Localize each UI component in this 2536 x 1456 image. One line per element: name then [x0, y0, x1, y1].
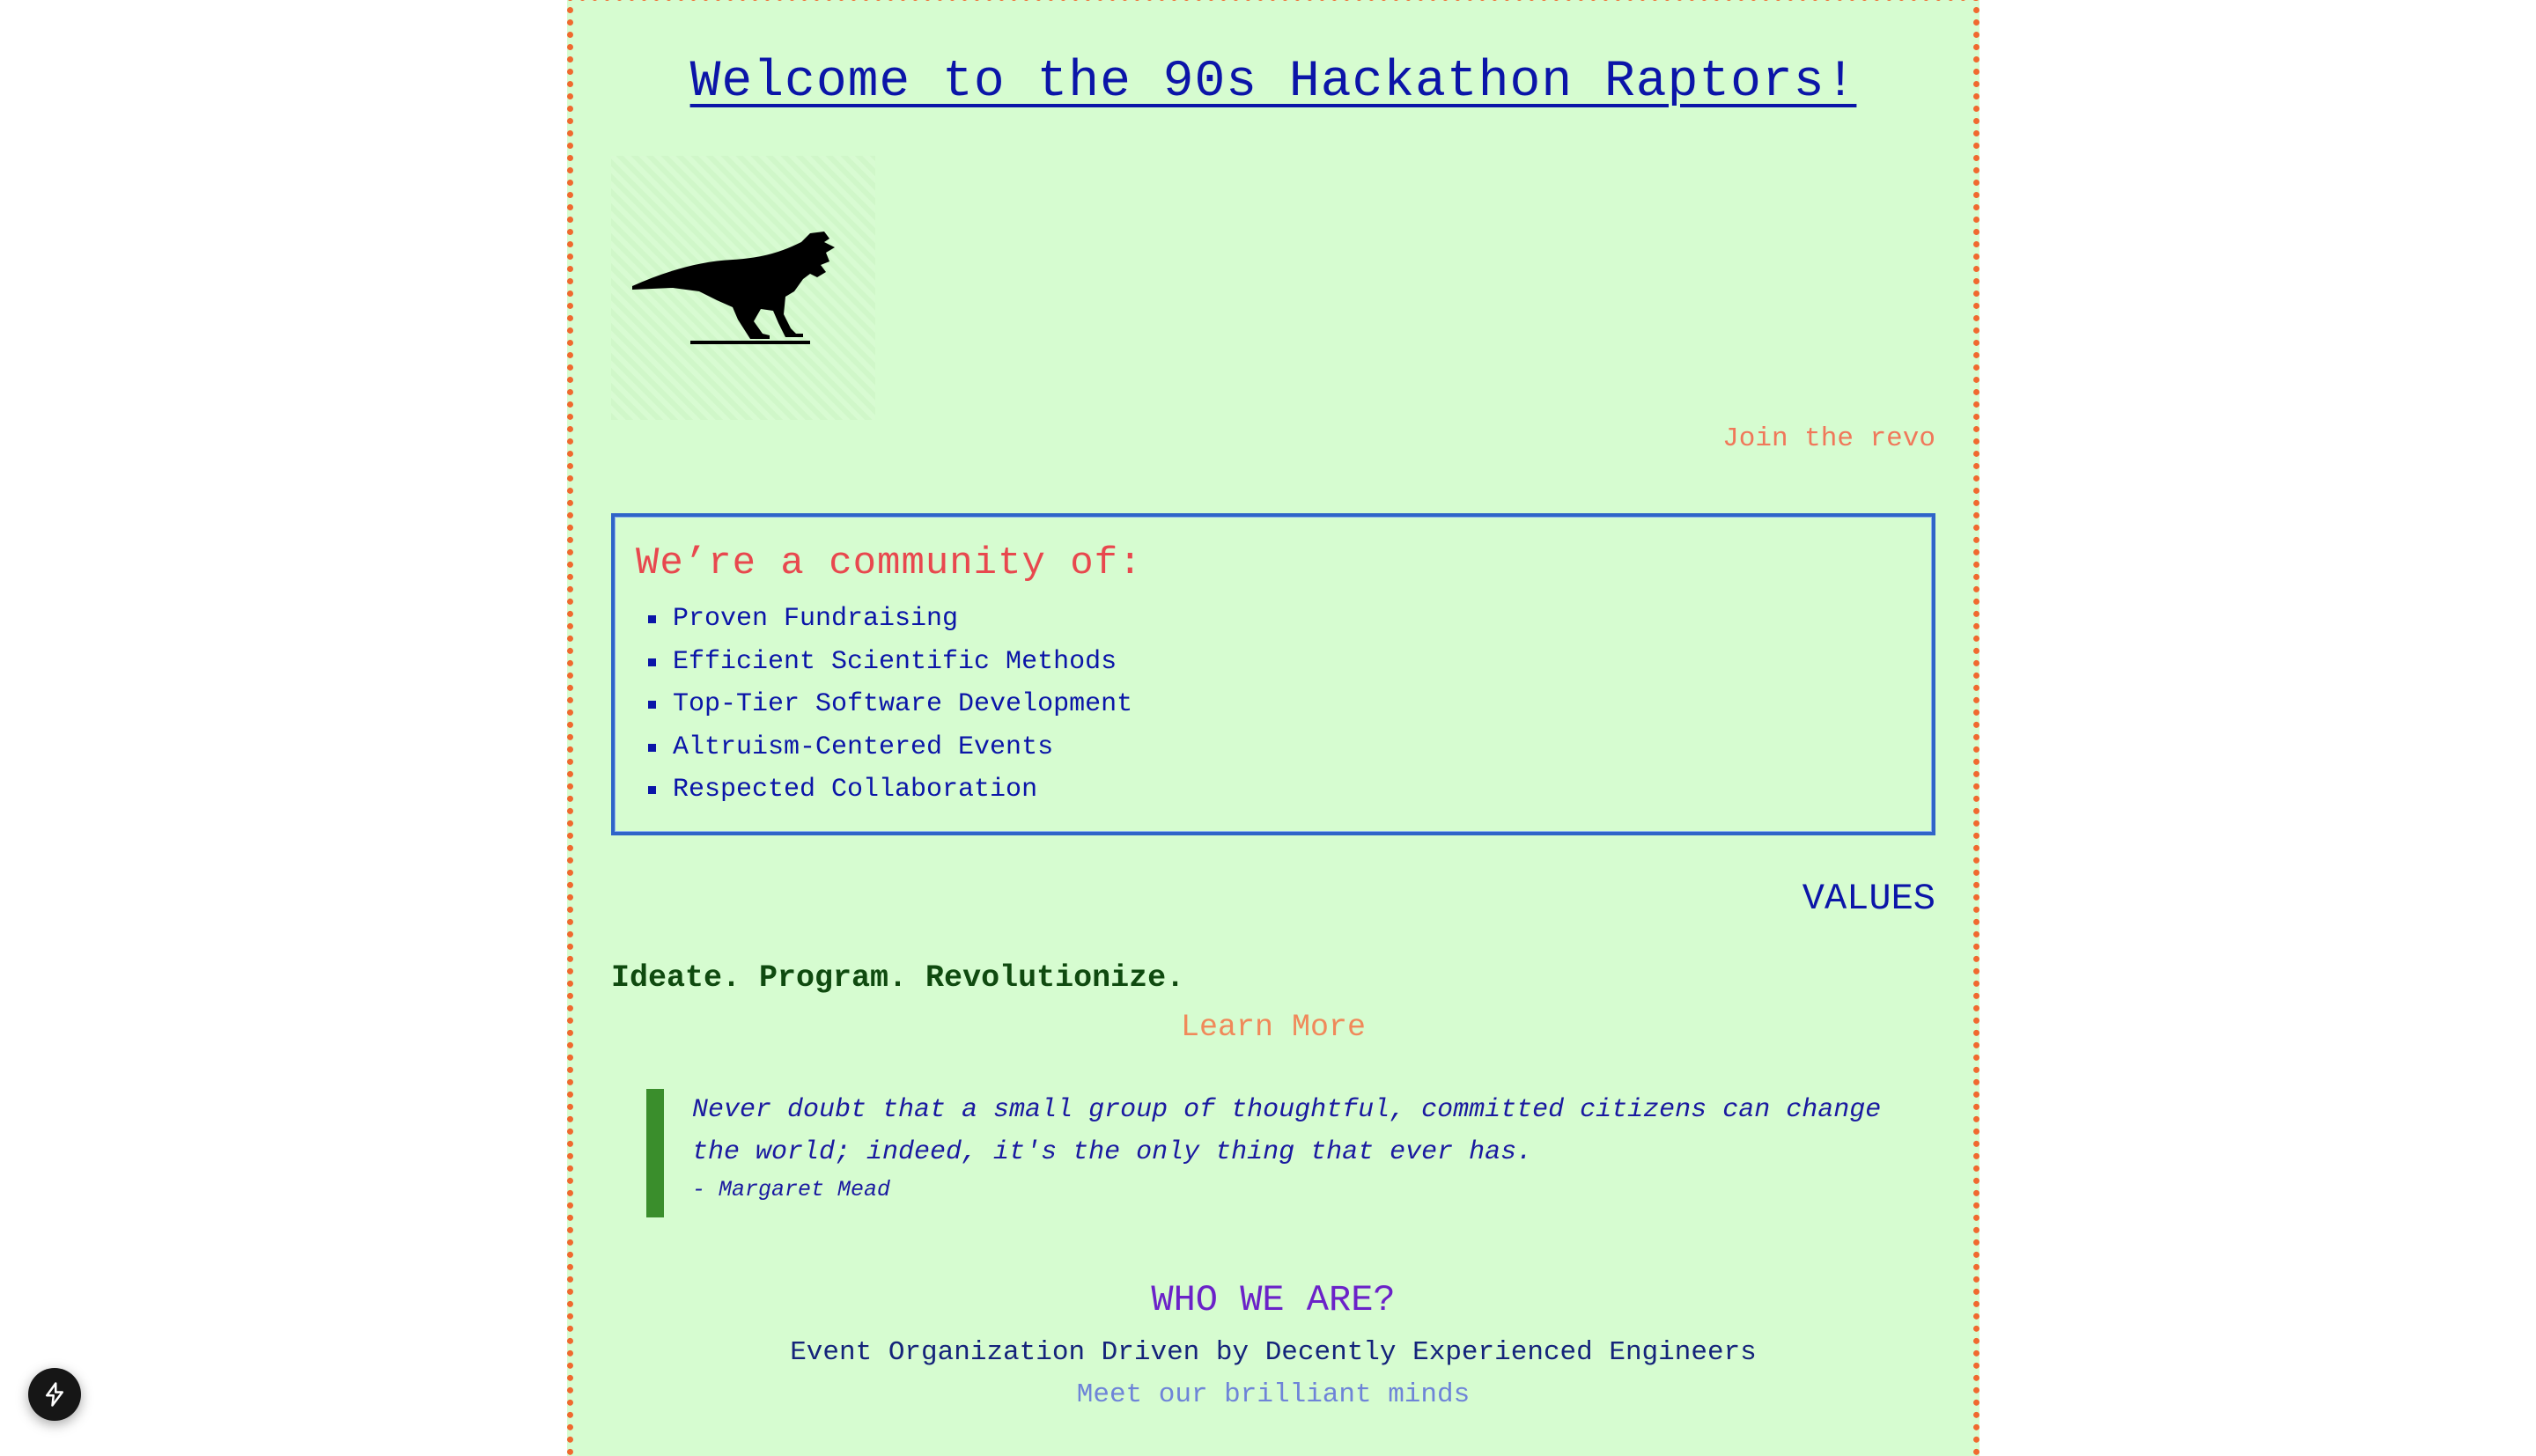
learn-more-link[interactable]: Learn More: [611, 1010, 1935, 1045]
meet-team-link[interactable]: Meet our brilliant minds: [611, 1379, 1935, 1410]
join-link[interactable]: Join the revo: [1722, 423, 1935, 454]
list-item: Top-Tier Software Development: [648, 683, 1911, 726]
quote-text: Never doubt that a small group of though…: [692, 1095, 1882, 1167]
lightning-bolt-icon: [46, 1382, 63, 1407]
community-box: We’re a community of: Proven Fundraising…: [611, 513, 1935, 835]
list-item: Altruism-Centered Events: [648, 726, 1911, 769]
page-title-link[interactable]: Welcome to the 90s Hackathon Raptors!: [611, 54, 1935, 111]
page-container: Welcome to the 90s Hackathon Raptors! Jo…: [567, 0, 1979, 1456]
tagline: Ideate. Program. Revolutionize.: [611, 960, 1185, 996]
quote-author: - Margaret Mead: [692, 1177, 891, 1202]
who-we-are-subtitle: Event Organization Driven by Decently Ex…: [790, 1337, 1757, 1368]
content-area: Welcome to the 90s Hackathon Raptors! Jo…: [611, 1, 1935, 1456]
list-item: Proven Fundraising: [648, 598, 1911, 641]
community-list: Proven Fundraising Efficient Scientific …: [636, 598, 1911, 812]
values-heading: VALUES: [1802, 878, 1935, 920]
raptor-icon: [632, 232, 835, 344]
quote-block: Never doubt that a small group of though…: [646, 1089, 1900, 1217]
community-heading: We’re a community of:: [636, 541, 1143, 585]
raptor-logo: [611, 156, 875, 420]
floating-action-button[interactable]: [28, 1368, 81, 1421]
who-we-are-heading: WHO WE ARE?: [1151, 1279, 1396, 1321]
list-item: Respected Collaboration: [648, 768, 1911, 812]
list-item: Efficient Scientific Methods: [648, 641, 1911, 684]
